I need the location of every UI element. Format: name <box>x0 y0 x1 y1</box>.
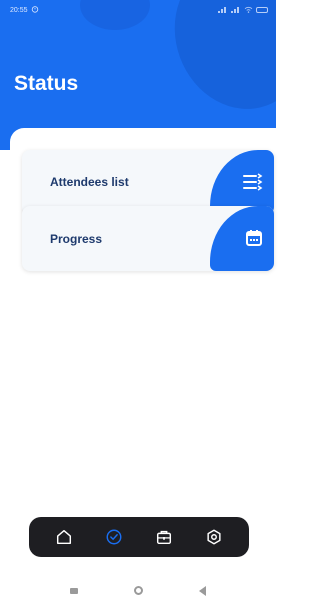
back-icon[interactable] <box>199 585 206 596</box>
nav-settings[interactable] <box>201 524 227 550</box>
alarm-icon <box>31 5 39 15</box>
calendar-icon <box>246 230 262 246</box>
signal-icon <box>218 6 228 15</box>
home-button-icon[interactable] <box>134 586 143 595</box>
system-navigation-bar <box>0 578 276 603</box>
card-label: Progress <box>50 232 103 246</box>
home-icon <box>56 529 72 545</box>
card-icon-badge <box>210 206 274 271</box>
battery-icon <box>256 7 268 13</box>
nav-work[interactable] <box>151 524 177 550</box>
briefcase-icon <box>156 530 172 545</box>
recent-apps-icon[interactable] <box>70 587 78 594</box>
clock: 20:55 <box>10 6 28 14</box>
wifi-icon <box>244 6 253 15</box>
nav-status[interactable] <box>101 524 127 550</box>
bottom-navigation <box>29 517 249 557</box>
list-icon <box>243 173 263 191</box>
settings-icon <box>207 529 221 545</box>
check-circle-icon <box>106 529 122 545</box>
progress-card[interactable]: Progress <box>22 206 274 271</box>
nav-home[interactable] <box>51 524 77 550</box>
card-label: Attendees list <box>50 175 129 189</box>
status-bar: 20:55 <box>0 0 276 20</box>
page-title: Status <box>14 72 79 95</box>
signal-icon <box>231 6 241 15</box>
